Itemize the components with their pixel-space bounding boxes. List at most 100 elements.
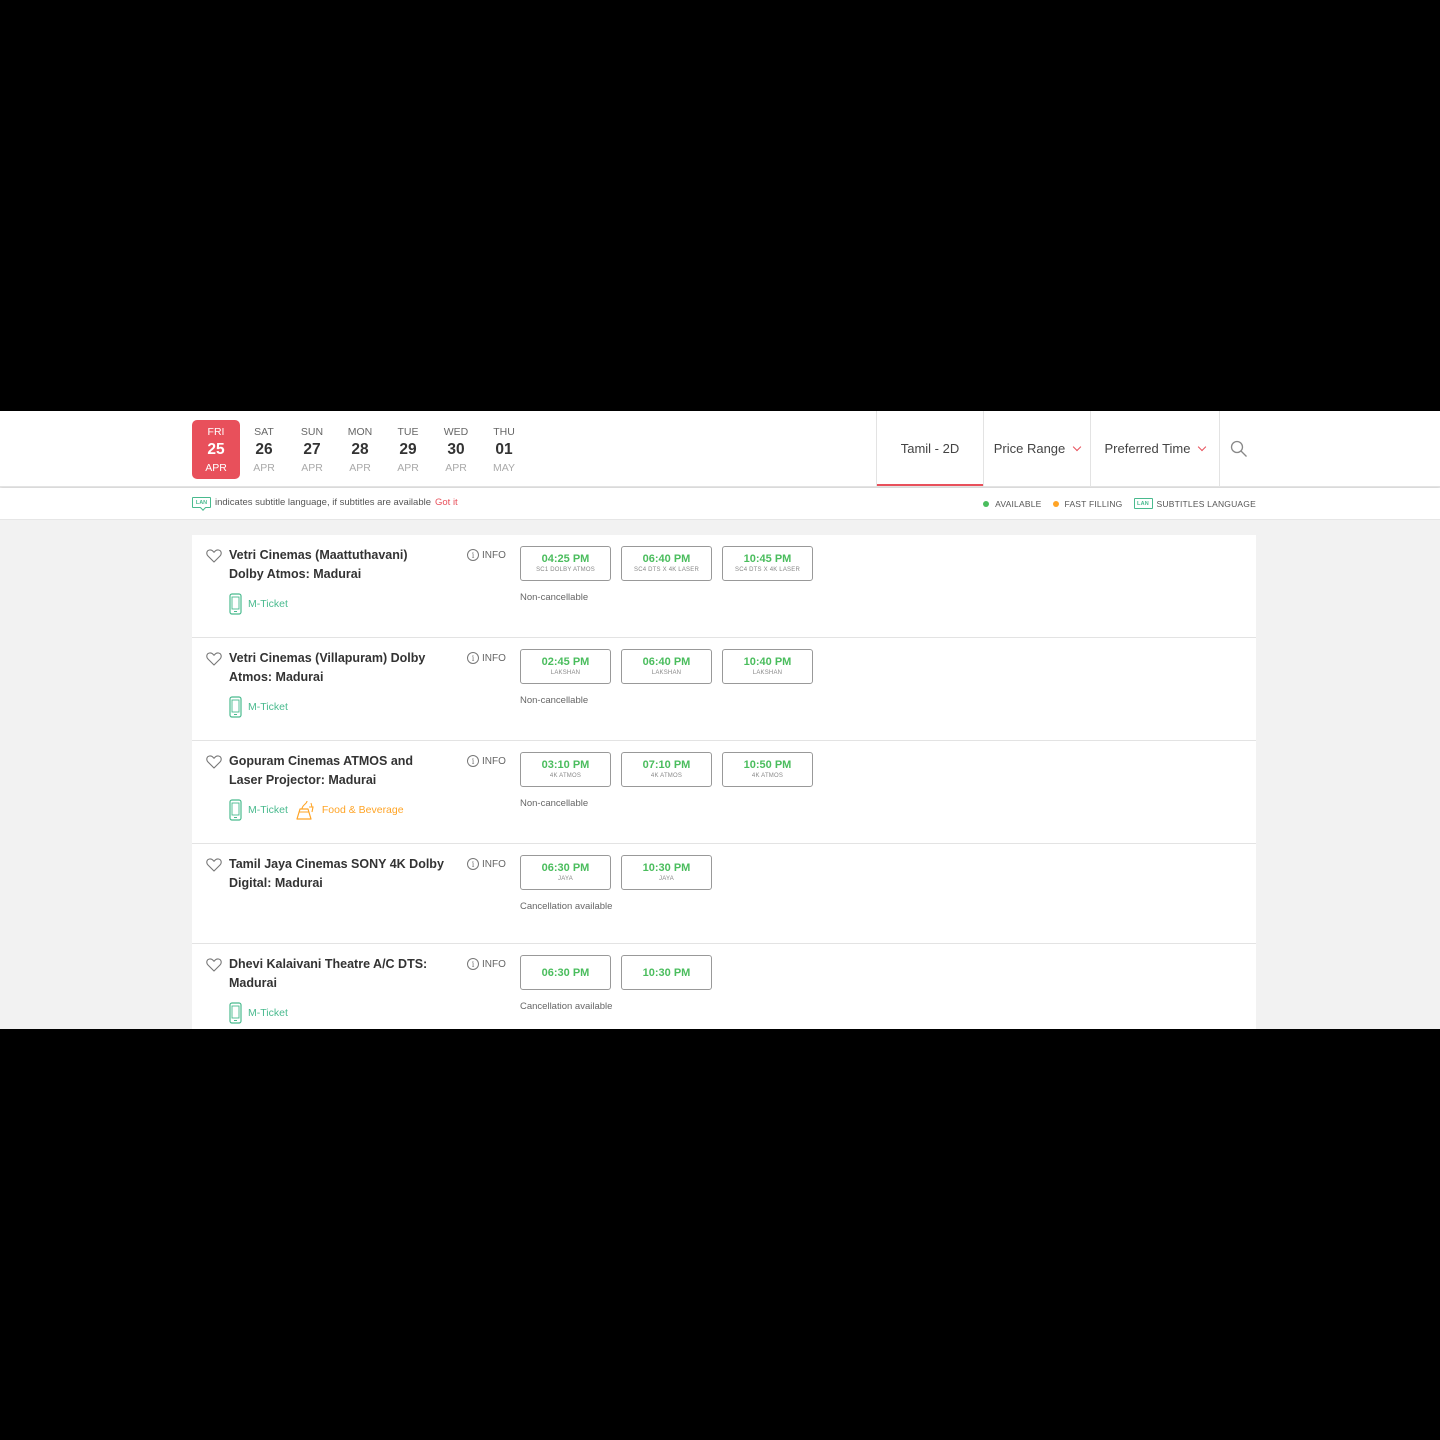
date-item[interactable]: WED 30 APR <box>432 420 480 479</box>
subtitle-language-icon: LAN <box>1133 498 1153 509</box>
date-weekday: FRI <box>207 425 225 438</box>
chevron-down-icon <box>1073 442 1082 451</box>
date-item[interactable]: FRI 25 APR <box>192 420 240 479</box>
date-item[interactable]: SAT 26 APR <box>240 420 288 479</box>
showtime-time: 10:30 PM <box>642 966 691 979</box>
showtime-screen: LAKSHAN <box>651 670 682 676</box>
amenity-label: M-Ticket <box>248 1007 288 1019</box>
showtime-button[interactable]: 04:25 PM SC1 DOLBY ATMOS <box>520 546 611 581</box>
subtitle-language-icon: LAN <box>192 497 211 508</box>
showtime-time: 03:10 PM <box>541 759 590 771</box>
favorite-heart-icon[interactable] <box>206 858 222 877</box>
showtimes: 03:10 PM 4K ATMOS 07:10 PM 4K ATMOS 10:50 PM… <box>520 752 823 787</box>
showtime-button[interactable]: 06:40 PM LAKSHAN <box>621 649 712 684</box>
cancellation-status: Non-cancellable <box>520 798 589 809</box>
showtime-button[interactable]: 07:10 PM 4K ATMOS <box>621 752 712 787</box>
search-button[interactable] <box>1220 411 1258 486</box>
subtitle-note: LAN indicates subtitle language, if subt… <box>192 497 458 508</box>
food-beverage-badge: Food & Beverage <box>294 799 404 821</box>
date-month: APR <box>445 461 467 474</box>
showtime-time: 06:40 PM <box>642 656 691 668</box>
showtime-screen: SC4 DTS X 4K LASER <box>634 567 699 573</box>
date-item[interactable]: SUN 27 APR <box>288 420 336 479</box>
date-month: APR <box>205 461 227 474</box>
amenities: M-Ticket <box>229 696 294 718</box>
showtimes: 06:30 PM JAYA 10:30 PM JAYA <box>520 855 722 890</box>
info-button[interactable]: i INFO <box>467 549 506 561</box>
legend-subtitles: LAN SUBTITLES LANGUAGE <box>1133 498 1257 509</box>
info-label: INFO <box>482 858 506 870</box>
showtime-button[interactable]: 06:30 PM JAYA <box>520 855 611 890</box>
showtime-screen: 4K ATMOS <box>549 773 582 779</box>
showtime-screen: JAYA <box>659 876 674 882</box>
showtime-time: 06:30 PM <box>541 966 590 979</box>
showtime-button[interactable]: 10:40 PM LAKSHAN <box>722 649 813 684</box>
showtime-time: 06:30 PM <box>541 862 590 874</box>
cinema-row: Dhevi Kalaivani Theatre A/C DTS: Madurai… <box>192 944 1256 1029</box>
date-weekday: THU <box>493 425 515 438</box>
info-label: INFO <box>482 549 506 561</box>
mobile-ticket-icon <box>229 696 242 718</box>
favorite-heart-icon[interactable] <box>206 652 222 671</box>
showtimes-page: FRI 25 APR SAT 26 APR SUN 27 APR MON 28 APR TUE 29 APR… <box>0 411 1440 1029</box>
cinema-name[interactable]: Vetri Cinemas (Maattuthavani) Dolby Atmo… <box>229 546 444 584</box>
showtime-screen: SC1 DOLBY ATMOS <box>536 567 595 573</box>
cinema-row: Gopuram Cinemas ATMOS and Laser Projecto… <box>192 741 1256 844</box>
showtime-button[interactable]: 06:30 PM <box>520 955 611 990</box>
showtime-screen: SC4 DTS X 4K LASER <box>735 567 800 573</box>
showtime-button[interactable]: 02:45 PM LAKSHAN <box>520 649 611 684</box>
date-month: APR <box>349 461 371 474</box>
info-button[interactable]: i INFO <box>467 755 506 767</box>
showtime-time: 02:45 PM <box>541 656 590 668</box>
legend-bar: LAN indicates subtitle language, if subt… <box>0 488 1440 520</box>
cancellation-status: Non-cancellable <box>520 592 589 603</box>
info-icon: i <box>467 958 479 970</box>
cinema-name[interactable]: Vetri Cinemas (Villapuram) Dolby Atmos: … <box>229 649 444 687</box>
date-weekday: MON <box>347 425 373 438</box>
cinema-name[interactable]: Gopuram Cinemas ATMOS and Laser Projecto… <box>229 752 444 790</box>
favorite-heart-icon[interactable] <box>206 958 222 977</box>
got-it-link[interactable]: Got it <box>435 497 458 508</box>
info-button[interactable]: i INFO <box>467 652 506 664</box>
showtime-screen: LAKSHAN <box>752 670 783 676</box>
language-filter[interactable]: Tamil - 2D <box>876 411 983 486</box>
mobile-ticket-icon <box>229 593 242 615</box>
fast-filling-dot-icon <box>1052 500 1059 507</box>
date-month: MAY <box>493 461 515 474</box>
cinema-name[interactable]: Dhevi Kalaivani Theatre A/C DTS: Madurai <box>229 955 444 993</box>
showtime-button[interactable]: 03:10 PM 4K ATMOS <box>520 752 611 787</box>
showtime-button[interactable]: 10:30 PM JAYA <box>621 855 712 890</box>
info-icon: i <box>467 652 479 664</box>
date-filter-bar: FRI 25 APR SAT 26 APR SUN 27 APR MON 28 APR TUE 29 APR… <box>0 411 1440 487</box>
date-item[interactable]: MON 28 APR <box>336 420 384 479</box>
favorite-heart-icon[interactable] <box>206 755 222 774</box>
cinema-name[interactable]: Tamil Jaya Cinemas SONY 4K Dolby Digital… <box>229 855 444 893</box>
date-item[interactable]: TUE 29 APR <box>384 420 432 479</box>
showtime-button[interactable]: 10:45 PM SC4 DTS X 4K LASER <box>722 546 813 581</box>
date-item[interactable]: THU 01 MAY <box>480 420 528 479</box>
showtimes: 02:45 PM LAKSHAN 06:40 PM LAKSHAN 10:40 PM LA… <box>520 649 823 684</box>
cancellation-status: Cancellation available <box>520 1001 613 1012</box>
amenities: M-Ticket <box>229 1002 294 1024</box>
m-ticket-badge: M-Ticket <box>229 593 288 615</box>
info-icon: i <box>467 549 479 561</box>
info-button[interactable]: i INFO <box>467 858 506 870</box>
date-month: APR <box>397 461 419 474</box>
mobile-ticket-icon <box>229 1002 242 1024</box>
info-label: INFO <box>482 958 506 970</box>
showtime-button[interactable]: 06:40 PM SC4 DTS X 4K LASER <box>621 546 712 581</box>
favorite-heart-icon[interactable] <box>206 549 222 568</box>
info-icon: i <box>467 755 479 767</box>
amenities: M-Ticket Food & Beverage <box>229 799 410 821</box>
preferred-time-dropdown[interactable]: Preferred Time <box>1090 411 1220 486</box>
price-range-dropdown[interactable]: Price Range <box>983 411 1090 486</box>
showtime-button[interactable]: 10:50 PM 4K ATMOS <box>722 752 813 787</box>
info-button[interactable]: i INFO <box>467 958 506 970</box>
date-month: APR <box>301 461 323 474</box>
showtime-screen: JAYA <box>558 876 573 882</box>
cinema-row: Vetri Cinemas (Villapuram) Dolby Atmos: … <box>192 638 1256 741</box>
showtime-time: 10:30 PM <box>642 862 691 874</box>
showtime-button[interactable]: 10:30 PM <box>621 955 712 990</box>
legend-subtitles-label: SUBTITLES LANGUAGE <box>1156 498 1256 509</box>
cinema-row: Vetri Cinemas (Maattuthavani) Dolby Atmo… <box>192 535 1256 638</box>
